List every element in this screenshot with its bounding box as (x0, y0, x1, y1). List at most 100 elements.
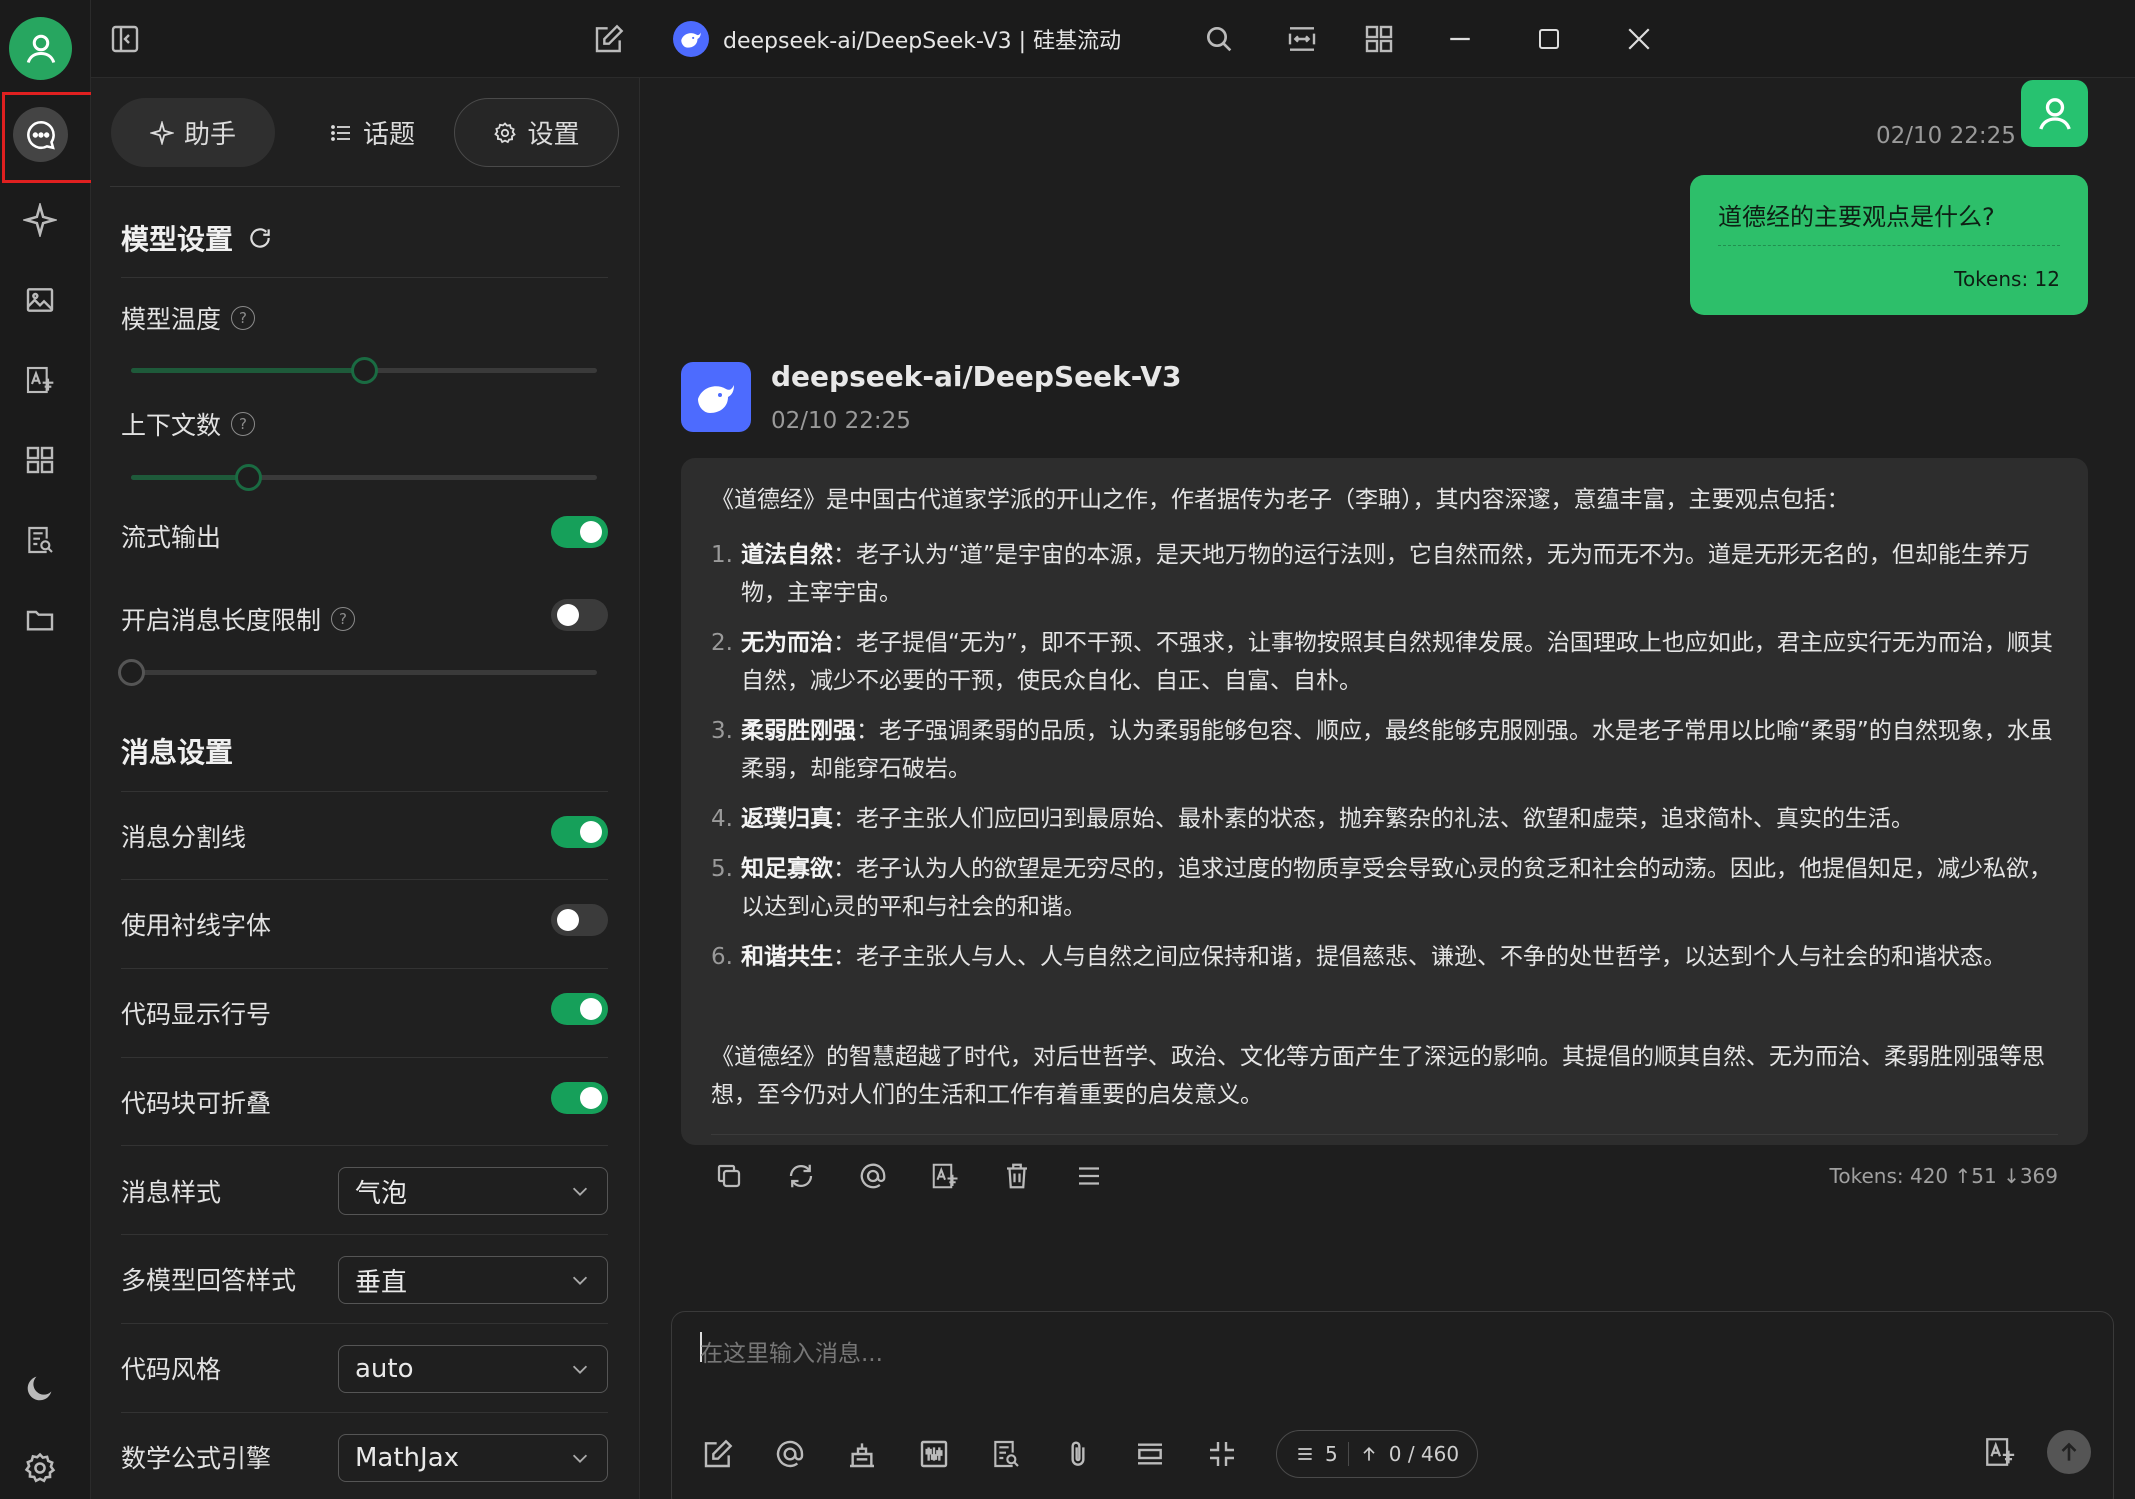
web-search-icon[interactable] (988, 1436, 1024, 1472)
copy-icon[interactable] (711, 1158, 747, 1194)
regenerate-icon[interactable] (783, 1158, 819, 1194)
point-title: 道法自然 (741, 542, 833, 568)
length-limit-slider[interactable] (118, 659, 597, 686)
gear-icon (493, 121, 517, 145)
tab-settings[interactable]: 设置 (454, 98, 619, 167)
translate-icon[interactable] (1983, 1435, 2017, 1469)
code-style-select[interactable]: auto (338, 1345, 608, 1393)
toggle-knob (580, 998, 602, 1020)
model-avatar (681, 362, 751, 432)
tab-settings-label: 设置 (527, 120, 580, 150)
chevron-down-icon (569, 1180, 591, 1202)
help-icon[interactable]: ? (231, 306, 256, 330)
code-line-numbers-toggle[interactable] (551, 993, 608, 1025)
search-icon[interactable] (1198, 18, 1240, 60)
slider-fill (131, 475, 248, 480)
reset-icon[interactable] (247, 225, 273, 251)
select-value: auto (355, 1354, 414, 1384)
assistant-message-card[interactable]: 《道德经》是中国古代道家学派的开山之作，作者据传为老子（李聃），其内容深邃，意蕴… (681, 458, 2088, 1189)
send-button[interactable] (2047, 1430, 2091, 1474)
stream-output-toggle[interactable] (551, 516, 608, 548)
chevron-down-icon (569, 1358, 591, 1380)
code-collapsible-label: 代码块可折叠 (121, 1089, 272, 1118)
user-avatar[interactable] (9, 17, 72, 80)
math-engine-label: 数学公式引擎 (121, 1444, 272, 1473)
user-avatar[interactable] (2021, 80, 2088, 147)
point-title: 返璞归真 (741, 806, 833, 832)
context-count: 5 (1325, 1442, 1338, 1466)
moon-icon[interactable] (20, 1368, 60, 1408)
list-icon (329, 121, 353, 145)
token-count: 0 / 460 (1388, 1442, 1460, 1466)
delete-icon[interactable] (999, 1158, 1035, 1194)
list-number: 6. (711, 944, 733, 970)
menu-icon (1295, 1444, 1315, 1464)
mention-icon[interactable] (772, 1436, 808, 1472)
message-actions (711, 1158, 1107, 1194)
list-item: 1. 道法自然：老子认为“道”是宇宙的本源，是天地万物的运行法则，它自然而然，无为… (711, 536, 2061, 612)
chat-icon[interactable] (13, 107, 68, 162)
assistant-outro-text: 《道德经》的智慧超越了时代，对后世哲学、政治、文化等方面产生了深远的影响。其提倡… (711, 1044, 2045, 1108)
mention-icon[interactable] (855, 1158, 891, 1194)
settings-sliders-icon[interactable] (916, 1436, 952, 1472)
message-input-box[interactable]: 在这里输入消息... 5 0 / 460 (671, 1311, 2114, 1499)
list-number: 1. (711, 542, 733, 568)
user-message-bubble[interactable]: 道德经的主要观点是什么? Tokens: 12 (1690, 175, 2088, 315)
multi-model-style-select[interactable]: 垂直 (338, 1256, 608, 1304)
clear-icon[interactable] (1132, 1436, 1168, 1472)
list-item: 5. 知足寡欲：老子认为人的欲望是无穷尽的，追求过度的物质享受会导致心灵的贫乏和社… (711, 850, 2061, 926)
length-limit-label-text: 开启消息长度限制 (121, 606, 322, 635)
help-icon[interactable]: ? (331, 607, 356, 631)
knowledge-icon[interactable] (20, 520, 60, 560)
minimize-icon[interactable] (1439, 18, 1481, 60)
tab-assistant[interactable]: 助手 (111, 98, 275, 167)
maximize-icon[interactable] (1528, 18, 1570, 60)
length-limit-toggle[interactable] (551, 599, 608, 631)
fullscreen-icon[interactable] (1204, 1436, 1240, 1472)
attachment-icon[interactable] (1060, 1436, 1096, 1472)
slider-thumb[interactable] (234, 464, 262, 491)
close-icon[interactable] (1618, 18, 1660, 60)
message-style-select[interactable]: 气泡 (338, 1167, 608, 1215)
model-name: deepseek-ai/DeepSeek-V3 (771, 360, 1182, 393)
menu-icon[interactable] (1071, 1158, 1107, 1194)
help-icon[interactable]: ? (231, 412, 256, 436)
grid-icon[interactable] (1358, 18, 1400, 60)
temperature-slider[interactable] (131, 357, 597, 384)
new-topic-icon[interactable] (700, 1436, 736, 1472)
apps-icon[interactable] (20, 440, 60, 480)
settings-panel: 助手 话题 设置 模型设置 模型温度 ? 上下文数 ? 流式输出 开启消息长度限… (91, 78, 640, 1499)
tab-topics[interactable]: 话题 (297, 98, 447, 167)
divider (121, 968, 608, 969)
sparkle-icon[interactable] (20, 200, 60, 240)
math-engine-select[interactable]: MathJax (338, 1434, 608, 1482)
code-style-label: 代码风格 (121, 1355, 222, 1384)
slider-thumb[interactable] (118, 659, 145, 686)
sidebar-toggle-icon[interactable] (104, 18, 146, 60)
knowledge-base-icon[interactable] (844, 1436, 880, 1472)
slider-fill (131, 368, 364, 373)
input-toolbar: 5 0 / 460 (700, 1430, 1479, 1478)
image-icon[interactable] (20, 280, 60, 320)
translate-icon[interactable] (20, 360, 60, 400)
message-divider-toggle[interactable] (551, 816, 608, 848)
code-collapsible-toggle[interactable] (551, 1082, 608, 1114)
gear-icon[interactable] (20, 1448, 60, 1488)
translate-icon[interactable] (927, 1158, 963, 1194)
divider (121, 879, 608, 880)
edit-icon[interactable] (588, 18, 630, 60)
divider (1347, 1442, 1349, 1466)
slider-thumb[interactable] (351, 357, 378, 384)
message-input-placeholder[interactable]: 在这里输入消息... (700, 1334, 883, 1368)
context-token-chip[interactable]: 5 0 / 460 (1276, 1430, 1479, 1478)
context-slider[interactable] (131, 464, 597, 491)
code-line-numbers-label: 代码显示行号 (121, 1000, 272, 1029)
folder-icon[interactable] (20, 600, 60, 640)
point-text: ：老子主张人与人、人与自然之间应保持和谐，提倡慈悲、谦逊、不争的处世哲学，以达到… (833, 944, 2006, 970)
divider (121, 1145, 608, 1146)
list-number: 2. (711, 630, 733, 656)
assistant-intro-text: 《道德经》是中国古代道家学派的开山之作，作者据传为老子（李聃），其内容深邃，意蕴… (711, 487, 1850, 513)
expand-width-icon[interactable] (1281, 18, 1323, 60)
list-item: 4. 返璞归真：老子主张人们应回归到最原始、最朴素的状态，抛弃繁杂的礼法、欲望和虚… (711, 800, 2061, 838)
serif-font-toggle[interactable] (551, 904, 608, 936)
